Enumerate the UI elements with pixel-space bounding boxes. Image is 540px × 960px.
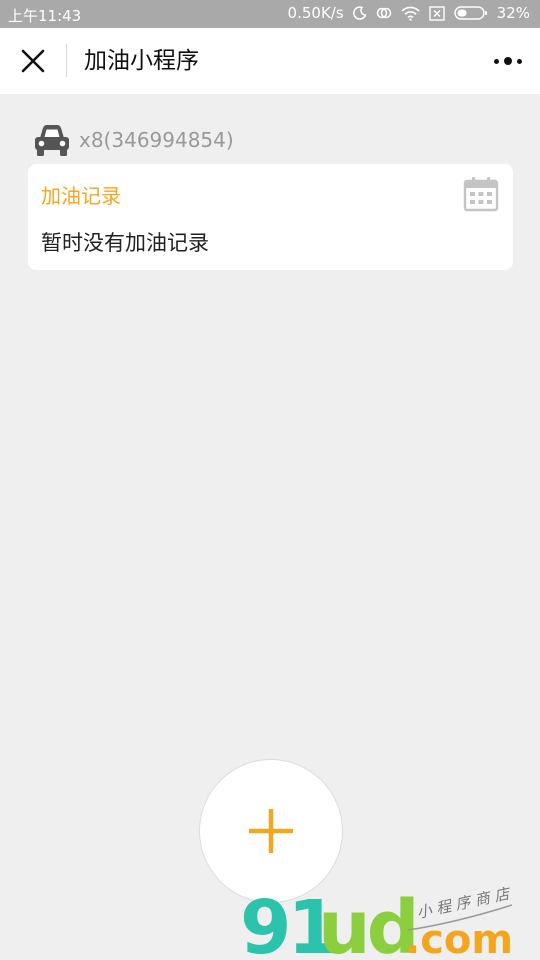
vehicle-info[interactable]: x8(346994854)	[33, 120, 234, 160]
car-icon	[35, 125, 69, 156]
battery-icon	[453, 5, 488, 21]
moon-icon	[352, 6, 367, 20]
add-record-button[interactable]	[199, 759, 343, 903]
calendar-icon	[463, 177, 499, 212]
wifi-icon	[401, 6, 420, 21]
status-right-group: 0.50K/s 32%	[288, 4, 530, 22]
page-title: 加油小程序	[84, 48, 199, 74]
nav-divider	[66, 44, 67, 77]
status-time: 上午11:43	[8, 7, 82, 25]
calendar-button[interactable]	[463, 176, 499, 212]
status-bar: 上午11:43 0.50K/s 32%	[0, 0, 540, 28]
nav-bar: 加油小程序	[0, 28, 540, 94]
net-speed: 0.50K/s	[287, 4, 344, 22]
more-dots-icon	[494, 58, 499, 64]
close-button[interactable]	[14, 42, 52, 80]
refuel-record-card: 加油记录 暂时没有加油记录	[28, 164, 513, 270]
more-menu-button[interactable]	[490, 48, 526, 74]
sim-icon	[428, 5, 445, 21]
more-dots-icon-right	[517, 58, 522, 64]
more-dots-icon-center	[504, 57, 512, 65]
watermark-domain: .com	[405, 917, 513, 960]
empty-record-text: 暂时没有加油记录	[41, 231, 209, 255]
watermark-logo: 91 ud .com 小 程 序 商 店	[240, 885, 513, 960]
vehicle-label: x8(346994854)	[79, 128, 234, 152]
close-icon	[21, 49, 45, 73]
battery-percent: 32%	[496, 4, 530, 22]
card-title: 加油记录	[41, 184, 121, 208]
watermark-brand-2: ud	[318, 885, 416, 960]
plus-icon	[249, 809, 293, 853]
sync-icon	[376, 5, 392, 21]
